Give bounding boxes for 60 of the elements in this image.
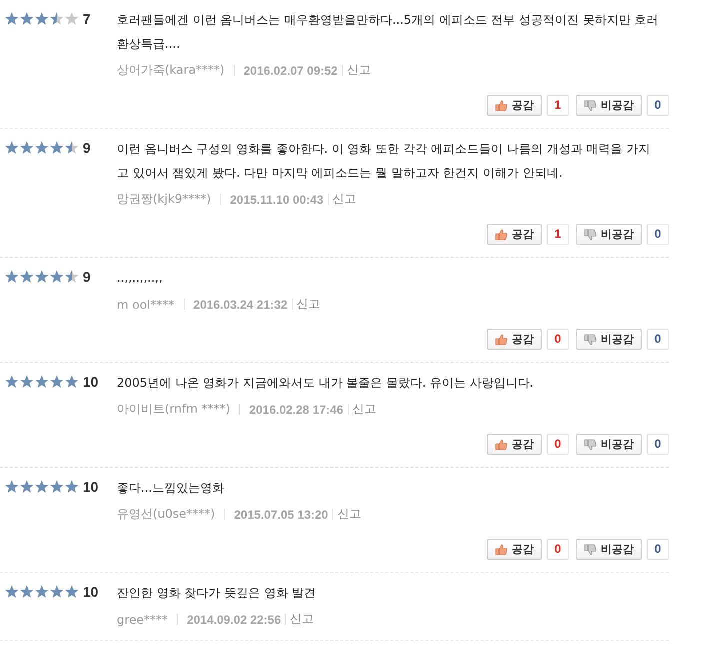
review-text: 2005년에 나온 영화가 지금에와서도 내가 볼줄은 몰랐다. 유이는 사랑입니다. [117,375,535,392]
review-text: 좋다...느낌있는영화 [117,480,226,497]
dislike-button[interactable]: 비공감 [576,329,642,350]
like-button[interactable]: 공감 [487,224,542,245]
dislike-count: 0 [647,329,669,350]
thumbs-down-icon [584,438,597,450]
author: 상어가죽(kara****) [117,62,225,79]
date: 2016.02.28 17:46 [249,402,344,416]
thumbs-up-icon [495,544,508,556]
author: 아이비트(rnfm ****) [117,401,230,418]
like-button[interactable]: 공감 [487,434,542,455]
report-link[interactable]: 신고 [290,611,314,628]
thumbs-up-icon [495,334,508,346]
thumbs-down-icon [584,544,597,556]
review-text: 호러팬들에겐 이런 옴니버스는 매우환영받을만하다...5개의 에피소드 전부 성공적이진 못하지만 호러환상특급.... [117,12,659,53]
dislike-button[interactable]: 비공감 [576,434,642,455]
author: 망권짱(kjk9****) [117,191,212,208]
review-text: 이런 옴니버스 구성의 영화를 좋아한다. 이 영화 또한 각각 에피소드들이 나름의 개성과 매력을 가지고 있어서 잼있게 봤다. 다만 마지막 에피소드는 뭘 말하고자 한건지 이해가 안되네. [117,141,652,182]
like-count: 0 [547,434,569,455]
like-button[interactable]: 공감 [487,95,542,116]
thumbs-up-icon [495,100,508,112]
thumbs-down-icon [584,100,597,112]
report-link[interactable]: 신고 [337,506,362,523]
dislike-button[interactable]: 비공감 [576,539,642,560]
date: 2015.07.05 13:20 [234,508,328,522]
score: 9 [82,269,92,285]
score: 10 [82,584,100,600]
report-link[interactable]: 신고 [296,296,321,313]
like-button[interactable]: 공감 [487,539,542,560]
date: 2016.03.24 21:32 [194,298,288,312]
thumbs-up-icon [495,228,508,240]
like-count: 0 [547,539,569,560]
dislike-count: 0 [647,95,669,116]
dislike-count: 0 [647,224,669,245]
score: 10 [82,374,100,390]
date: 2016.02.07 09:52 [244,64,338,78]
dislike-button[interactable]: 비공감 [576,95,642,116]
score: 7 [82,11,92,27]
like-count: 1 [547,224,569,245]
author: m ool**** [117,298,175,312]
thumbs-up-icon [495,438,508,450]
author: 유영선(u0se****) [117,506,216,523]
score: 9 [82,140,92,156]
report-link[interactable]: 신고 [332,191,357,208]
thumbs-down-icon [584,334,597,346]
dislike-button[interactable]: 비공감 [576,224,642,245]
review-text: ..,,..,,..,, [117,270,164,287]
like-button[interactable]: 공감 [487,329,542,350]
author: gree**** [117,612,168,626]
review-text: 잔인한 영화 찾다가 뜻깊은 영화 발견 [117,585,318,602]
score: 10 [82,479,100,495]
thumbs-down-icon [584,228,597,240]
report-link[interactable]: 신고 [346,62,371,79]
like-count: 1 [547,95,569,116]
like-count: 0 [547,329,569,350]
date: 2014.09.02 22:56 [187,612,282,626]
date: 2015.11.10 00:43 [230,192,324,206]
dislike-count: 0 [647,539,669,560]
report-link[interactable]: 신고 [352,401,377,418]
dislike-count: 0 [647,434,669,455]
